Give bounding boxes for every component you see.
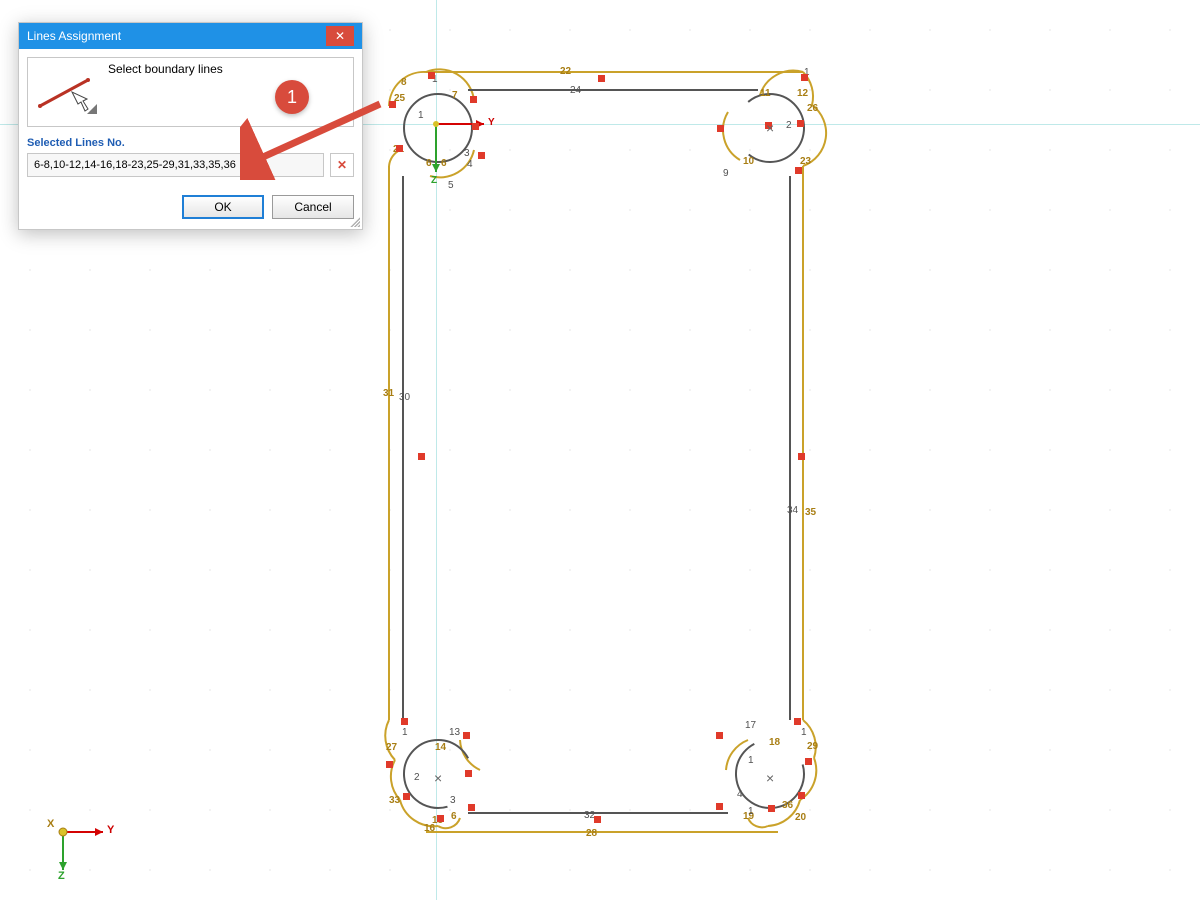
dialog-titlebar[interactable]: Lines Assignment ✕ — [19, 23, 362, 49]
line-label: 35 — [805, 507, 816, 518]
node-marker[interactable] — [418, 453, 425, 460]
local-axis-y: Y — [488, 117, 495, 128]
line-label: 28 — [586, 828, 597, 839]
node-marker[interactable] — [428, 72, 435, 79]
node-label: 1 — [402, 727, 408, 738]
callout-number: 1 — [287, 87, 297, 108]
node-marker[interactable] — [717, 125, 724, 132]
triad-y: Y — [107, 824, 114, 836]
dialog-title: Lines Assignment — [27, 29, 121, 43]
callout-marker: 1 — [275, 80, 309, 114]
node-label: 1 — [801, 727, 807, 738]
line-label: 10 — [743, 156, 754, 167]
line-label: 29 — [807, 741, 818, 752]
circle-tl[interactable] — [404, 94, 472, 162]
line-label: 11 — [760, 88, 771, 99]
ok-button[interactable]: OK — [182, 195, 264, 219]
node-label: 34 — [787, 505, 798, 516]
line-label: 26 — [807, 103, 818, 114]
triad-z: Z — [58, 870, 65, 882]
node-label: 13 — [449, 727, 460, 738]
node-label: 2 — [414, 772, 420, 783]
dialog-close-button[interactable]: ✕ — [326, 26, 354, 46]
node-marker[interactable] — [463, 732, 470, 739]
node-marker[interactable] — [598, 75, 605, 82]
cancel-button[interactable]: Cancel — [272, 195, 354, 219]
node-marker[interactable] — [403, 793, 410, 800]
node-marker[interactable] — [386, 761, 393, 768]
callout-arrow — [240, 90, 400, 180]
select-line-icon — [32, 62, 100, 120]
triad-x: X — [47, 818, 54, 830]
node-label: 2 — [786, 120, 792, 131]
node-label: 1 — [748, 806, 754, 817]
line-label: 20 — [795, 812, 806, 823]
node-marker[interactable] — [716, 732, 723, 739]
node-marker[interactable] — [794, 718, 801, 725]
node-marker[interactable] — [470, 96, 477, 103]
line-label: 14 — [435, 742, 446, 753]
line-label: 12 — [797, 88, 808, 99]
node-marker[interactable] — [797, 120, 804, 127]
center-mark: × — [766, 770, 774, 786]
node-marker[interactable] — [401, 718, 408, 725]
node-marker[interactable] — [465, 770, 472, 777]
node-marker[interactable] — [805, 758, 812, 765]
node-label: 4 — [467, 159, 473, 170]
axis-triad: Y Z X — [45, 802, 125, 882]
node-marker[interactable] — [437, 815, 444, 822]
node-label: 17 — [745, 720, 756, 731]
center-mark: × — [434, 770, 442, 786]
center-mark: × — [766, 120, 774, 136]
node-label: 1 — [748, 755, 754, 766]
arc-10[interactable] — [723, 112, 740, 160]
line-label: 23 — [800, 156, 811, 167]
arc-27[interactable] — [385, 720, 395, 760]
line-label: 31 — [383, 388, 394, 399]
node-label: 4 — [737, 789, 743, 800]
line-label: 6 — [451, 811, 457, 822]
node-label: 24 — [570, 85, 581, 96]
node-label: 1 — [418, 110, 424, 121]
line-label: 7 — [452, 90, 458, 101]
node-marker[interactable] — [716, 803, 723, 810]
lbl-6b: 6 — [441, 158, 447, 169]
local-axis-z: Z — [431, 175, 437, 186]
node-marker[interactable] — [594, 816, 601, 823]
line-label: 33 — [389, 795, 400, 806]
node-label: 5 — [448, 180, 454, 191]
line-label: 18 — [769, 737, 780, 748]
node-marker[interactable] — [472, 123, 479, 130]
line-label: 27 — [386, 742, 397, 753]
node-marker[interactable] — [795, 167, 802, 174]
node-label: 3 — [450, 795, 456, 806]
node-label: 9 — [723, 168, 729, 179]
close-icon: ✕ — [335, 29, 345, 43]
node-label: 3 — [464, 148, 470, 159]
arc-29[interactable] — [803, 720, 816, 758]
node-marker[interactable] — [798, 453, 805, 460]
resize-grip[interactable] — [348, 215, 360, 227]
node-marker[interactable] — [478, 152, 485, 159]
line-label: 22 — [560, 66, 571, 77]
lbl-6a: 6 — [426, 158, 432, 169]
node-marker[interactable] — [468, 804, 475, 811]
node-marker[interactable] — [801, 74, 808, 81]
instruction-text: Select boundary lines — [108, 62, 223, 122]
node-marker[interactable] — [768, 805, 775, 812]
line-label: 16 — [424, 823, 435, 834]
line-label: 36 — [782, 800, 793, 811]
arc-14[interactable] — [460, 740, 480, 770]
node-marker[interactable] — [798, 792, 805, 799]
line-label: 8 — [401, 77, 407, 88]
node-label: 30 — [399, 392, 410, 403]
